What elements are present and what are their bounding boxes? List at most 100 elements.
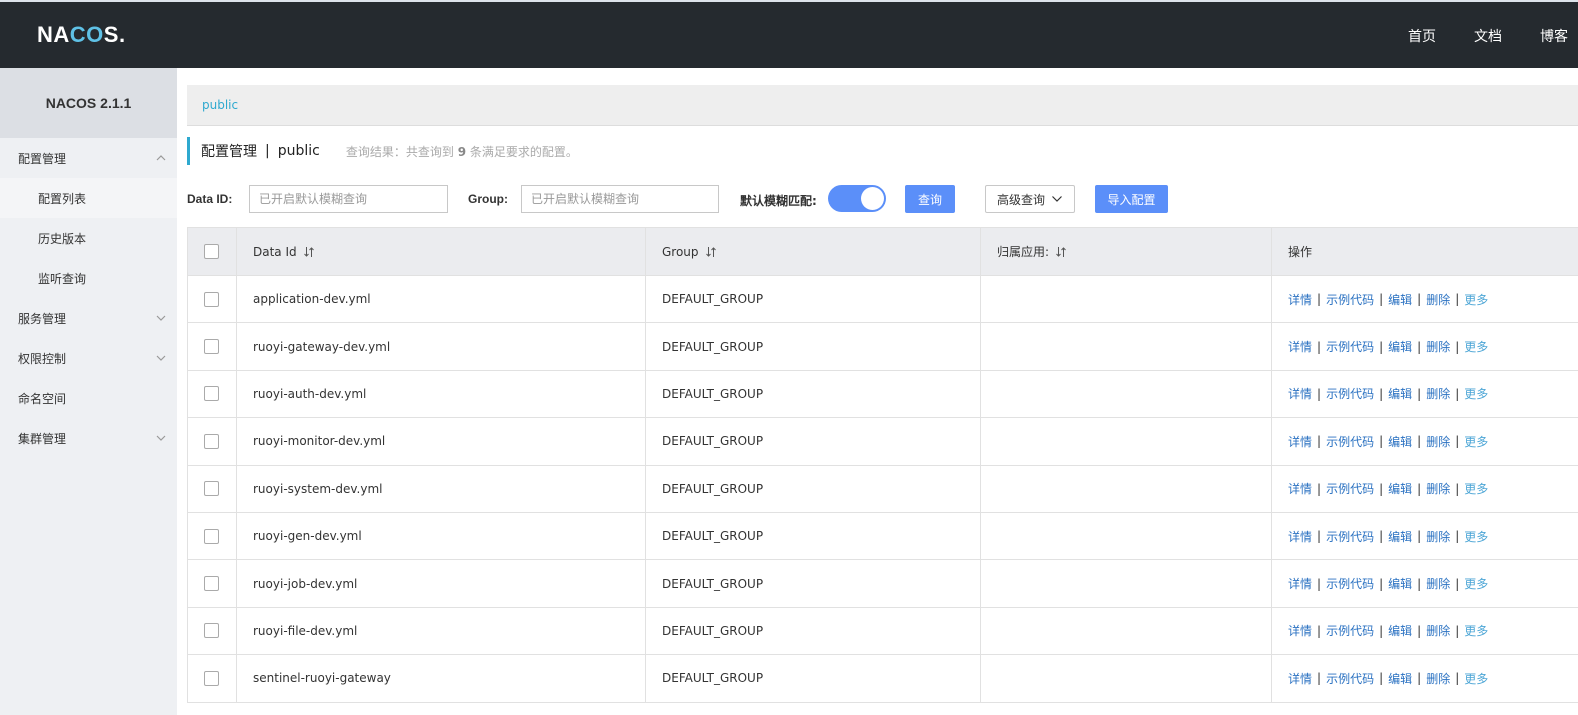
column-header-data-id[interactable]: Data Id (237, 228, 646, 275)
more-link[interactable]: 更多 (1464, 670, 1488, 687)
more-link[interactable]: 更多 (1464, 575, 1488, 592)
sample-code-link[interactable]: 示例代码 (1326, 480, 1374, 497)
sample-code-link[interactable]: 示例代码 (1326, 385, 1374, 402)
sample-code-link[interactable]: 示例代码 (1326, 433, 1374, 450)
sidebar-item-cluster-management[interactable]: 集群管理 (0, 418, 177, 458)
column-header-group[interactable]: Group (646, 228, 981, 275)
row-checkbox[interactable] (204, 576, 219, 592)
sample-code-link[interactable]: 示例代码 (1326, 575, 1374, 592)
delete-link[interactable]: 删除 (1426, 338, 1450, 355)
query-button[interactable]: 查询 (905, 185, 955, 213)
fuzzy-match-toggle[interactable] (828, 185, 886, 212)
edit-link[interactable]: 编辑 (1388, 433, 1412, 450)
nacos-logo[interactable]: NACOS. (37, 22, 126, 48)
delete-link[interactable]: 删除 (1426, 528, 1450, 545)
app-cell (981, 560, 1272, 607)
delete-link[interactable]: 删除 (1426, 385, 1450, 402)
more-link[interactable]: 更多 (1464, 291, 1488, 308)
action-separator: | (1379, 623, 1384, 638)
nav-home-link[interactable]: 首页 (1408, 26, 1436, 46)
delete-link[interactable]: 删除 (1426, 670, 1450, 687)
sidebar-item-config-list[interactable]: 配置列表 (0, 178, 177, 218)
action-separator: | (1379, 529, 1384, 544)
sort-icon[interactable] (1055, 246, 1067, 258)
sidebar-item-service-management[interactable]: 服务管理 (0, 298, 177, 338)
sample-code-link[interactable]: 示例代码 (1326, 291, 1374, 308)
row-checkbox[interactable] (204, 386, 219, 402)
action-separator: | (1317, 339, 1322, 354)
sample-code-link[interactable]: 示例代码 (1326, 670, 1374, 687)
row-checkbox-cell (187, 655, 237, 702)
detail-link[interactable]: 详情 (1288, 670, 1312, 687)
advanced-query-button[interactable]: 高级查询 (985, 185, 1075, 213)
config-table: Data Id Group 归属应用: 操作 application-dev.y… (187, 227, 1578, 703)
sidebar-item-access-control[interactable]: 权限控制 (0, 338, 177, 378)
data-id-cell: ruoyi-system-dev.yml (237, 465, 646, 512)
sample-code-link[interactable]: 示例代码 (1326, 528, 1374, 545)
actions-cell: 详情 | 示例代码 | 编辑 | 删除 | 更多 (1272, 276, 1578, 322)
select-all-checkbox[interactable] (204, 244, 219, 259)
delete-link[interactable]: 删除 (1426, 575, 1450, 592)
edit-link[interactable]: 编辑 (1388, 291, 1412, 308)
detail-link[interactable]: 详情 (1288, 480, 1312, 497)
row-checkbox[interactable] (204, 291, 219, 307)
sidebar-item-config-management[interactable]: 配置管理 (0, 138, 177, 178)
detail-link[interactable]: 详情 (1288, 433, 1312, 450)
row-checkbox-cell (187, 370, 237, 418)
edit-link[interactable]: 编辑 (1388, 480, 1412, 497)
more-link[interactable]: 更多 (1464, 622, 1488, 639)
page-title: 配置管理 (201, 144, 257, 160)
detail-link[interactable]: 详情 (1288, 338, 1312, 355)
group-input[interactable] (521, 185, 719, 213)
delete-link[interactable]: 删除 (1426, 480, 1450, 497)
table-row: sentinel-ruoyi-gateway DEFAULT_GROUP 详情 | 示例… (187, 655, 1578, 703)
sidebar-item-namespace[interactable]: 命名空间 (0, 378, 177, 418)
row-checkbox[interactable] (204, 481, 219, 497)
row-checkbox-cell (187, 418, 237, 465)
column-header-app[interactable]: 归属应用: (981, 228, 1272, 275)
edit-link[interactable]: 编辑 (1388, 622, 1412, 639)
more-link[interactable]: 更多 (1464, 433, 1488, 450)
row-checkbox[interactable] (204, 623, 219, 639)
sort-icon[interactable] (303, 246, 315, 258)
action-separator: | (1417, 623, 1422, 638)
nav-docs-link[interactable]: 文档 (1474, 26, 1502, 46)
namespace-public-link[interactable]: public (202, 98, 238, 112)
detail-link[interactable]: 详情 (1288, 622, 1312, 639)
nav-blog-link[interactable]: 博客 (1540, 26, 1568, 46)
action-separator: | (1317, 481, 1322, 496)
group-cell: DEFAULT_GROUP (646, 512, 981, 560)
action-separator: | (1417, 576, 1422, 591)
sort-icon[interactable] (705, 246, 717, 258)
data-id-input[interactable] (249, 185, 448, 213)
more-link[interactable]: 更多 (1464, 528, 1488, 545)
more-link[interactable]: 更多 (1464, 338, 1488, 355)
sample-code-link[interactable]: 示例代码 (1326, 338, 1374, 355)
row-checkbox[interactable] (204, 528, 219, 544)
row-checkbox[interactable] (204, 670, 219, 686)
edit-link[interactable]: 编辑 (1388, 528, 1412, 545)
row-checkbox[interactable] (204, 433, 219, 449)
delete-link[interactable]: 删除 (1426, 291, 1450, 308)
detail-link[interactable]: 详情 (1288, 575, 1312, 592)
sidebar-item-history[interactable]: 历史版本 (0, 218, 177, 258)
edit-link[interactable]: 编辑 (1388, 670, 1412, 687)
delete-link[interactable]: 删除 (1426, 433, 1450, 450)
edit-link[interactable]: 编辑 (1388, 338, 1412, 355)
delete-link[interactable]: 删除 (1426, 622, 1450, 639)
detail-link[interactable]: 详情 (1288, 291, 1312, 308)
more-link[interactable]: 更多 (1464, 385, 1488, 402)
actions-cell: 详情 | 示例代码 | 编辑 | 删除 | 更多 (1272, 371, 1578, 417)
more-link[interactable]: 更多 (1464, 480, 1488, 497)
import-config-button[interactable]: 导入配置 (1095, 185, 1168, 213)
column-label: Group (662, 244, 699, 259)
detail-link[interactable]: 详情 (1288, 528, 1312, 545)
detail-link[interactable]: 详情 (1288, 385, 1312, 402)
row-checkbox[interactable] (204, 339, 219, 355)
edit-link[interactable]: 编辑 (1388, 575, 1412, 592)
edit-link[interactable]: 编辑 (1388, 385, 1412, 402)
group-cell: DEFAULT_GROUP (646, 370, 981, 418)
sample-code-link[interactable]: 示例代码 (1326, 622, 1374, 639)
sidebar-item-listener-query[interactable]: 监听查询 (0, 258, 177, 298)
actions-cell: 详情 | 示例代码 | 编辑 | 删除 | 更多 (1272, 418, 1578, 464)
